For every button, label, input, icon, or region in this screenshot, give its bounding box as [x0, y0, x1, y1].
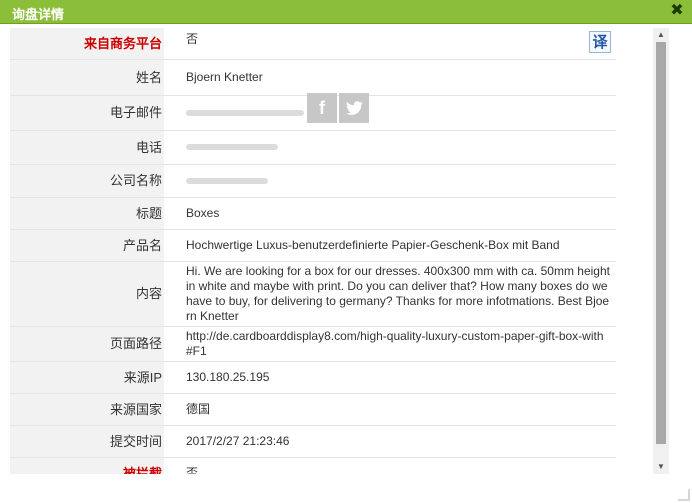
table-row: 来源IP 130.180.25.195: [10, 361, 616, 394]
table-row: 产品名 Hochwertige Luxus-benutzerdefinierte…: [10, 229, 616, 262]
field-value-source-country: 德国: [164, 393, 616, 426]
field-value-blocked: 否: [164, 457, 616, 474]
table-row: 姓名 Bjoern Knetter: [10, 59, 616, 96]
field-label-page-path: 页面路径: [10, 326, 164, 362]
field-value-product: Hochwertige Luxus-benutzerdefinierte Pap…: [164, 229, 616, 262]
table-row: 内容 Hi. We are looking for a box for our …: [10, 261, 616, 327]
dialog-title: 询盘详情: [12, 7, 65, 22]
field-label-name: 姓名: [10, 59, 164, 96]
table-row: 公司名称: [10, 164, 616, 198]
field-label-source-country: 来源国家: [10, 393, 164, 426]
vertical-scrollbar[interactable]: ▲ ▼: [653, 28, 669, 474]
field-value-name: Bjoern Knetter: [164, 59, 616, 96]
dialog-titlebar: 询盘详情 ✖: [0, 0, 692, 24]
field-label-content: 内容: [10, 261, 164, 327]
field-value-company: [164, 164, 616, 198]
twitter-icon[interactable]: [339, 93, 369, 123]
twitter-bird-icon: [346, 101, 363, 115]
field-label-subject: 标题: [10, 197, 164, 230]
resize-grip-icon[interactable]: [678, 489, 690, 501]
field-value-email: [164, 95, 616, 131]
field-label-submit-time: 提交时间: [10, 425, 164, 458]
scroll-down-icon[interactable]: ▼: [653, 460, 669, 474]
field-value-source-ip: 130.180.25.195: [164, 361, 616, 394]
redacted-phone: [186, 144, 278, 151]
scroll-up-icon[interactable]: ▲: [653, 28, 669, 42]
table-row: 标题 Boxes: [10, 197, 616, 230]
redacted-company: [186, 177, 268, 184]
table-row: 来源国家 德国: [10, 393, 616, 426]
table-row: 页面路径 http://de.cardboarddisplay8.com/hig…: [10, 326, 616, 362]
field-label-email: 电子邮件: [10, 95, 164, 131]
field-label-source-ip: 来源IP: [10, 361, 164, 394]
close-icon[interactable]: ✖: [668, 2, 686, 20]
table-row: 被拦截 否: [10, 457, 616, 474]
field-value-content: Hi. We are looking for a box for our dre…: [164, 261, 616, 327]
scrollbar-thumb[interactable]: [656, 42, 666, 444]
table-row: 提交时间 2017/2/27 21:23:46: [10, 425, 616, 458]
field-value-business-platform: 否: [164, 28, 616, 60]
field-label-company: 公司名称: [10, 164, 164, 198]
table-row: 来自商务平台 否: [10, 28, 616, 60]
redacted-email: [186, 109, 304, 116]
field-value-submit-time: 2017/2/27 21:23:46: [164, 425, 616, 458]
field-value-phone: [164, 130, 616, 165]
field-value-subject: Boxes: [164, 197, 616, 230]
facebook-icon[interactable]: f: [307, 93, 337, 123]
field-label-product: 产品名: [10, 229, 164, 262]
field-label-phone: 电话: [10, 130, 164, 165]
field-value-page-path[interactable]: http://de.cardboarddisplay8.com/high-qua…: [164, 326, 616, 362]
translate-button[interactable]: 译: [589, 31, 611, 53]
field-label-blocked: 被拦截: [10, 457, 164, 474]
field-label-business-platform: 来自商务平台: [10, 28, 164, 60]
table-row: 电话: [10, 130, 616, 165]
